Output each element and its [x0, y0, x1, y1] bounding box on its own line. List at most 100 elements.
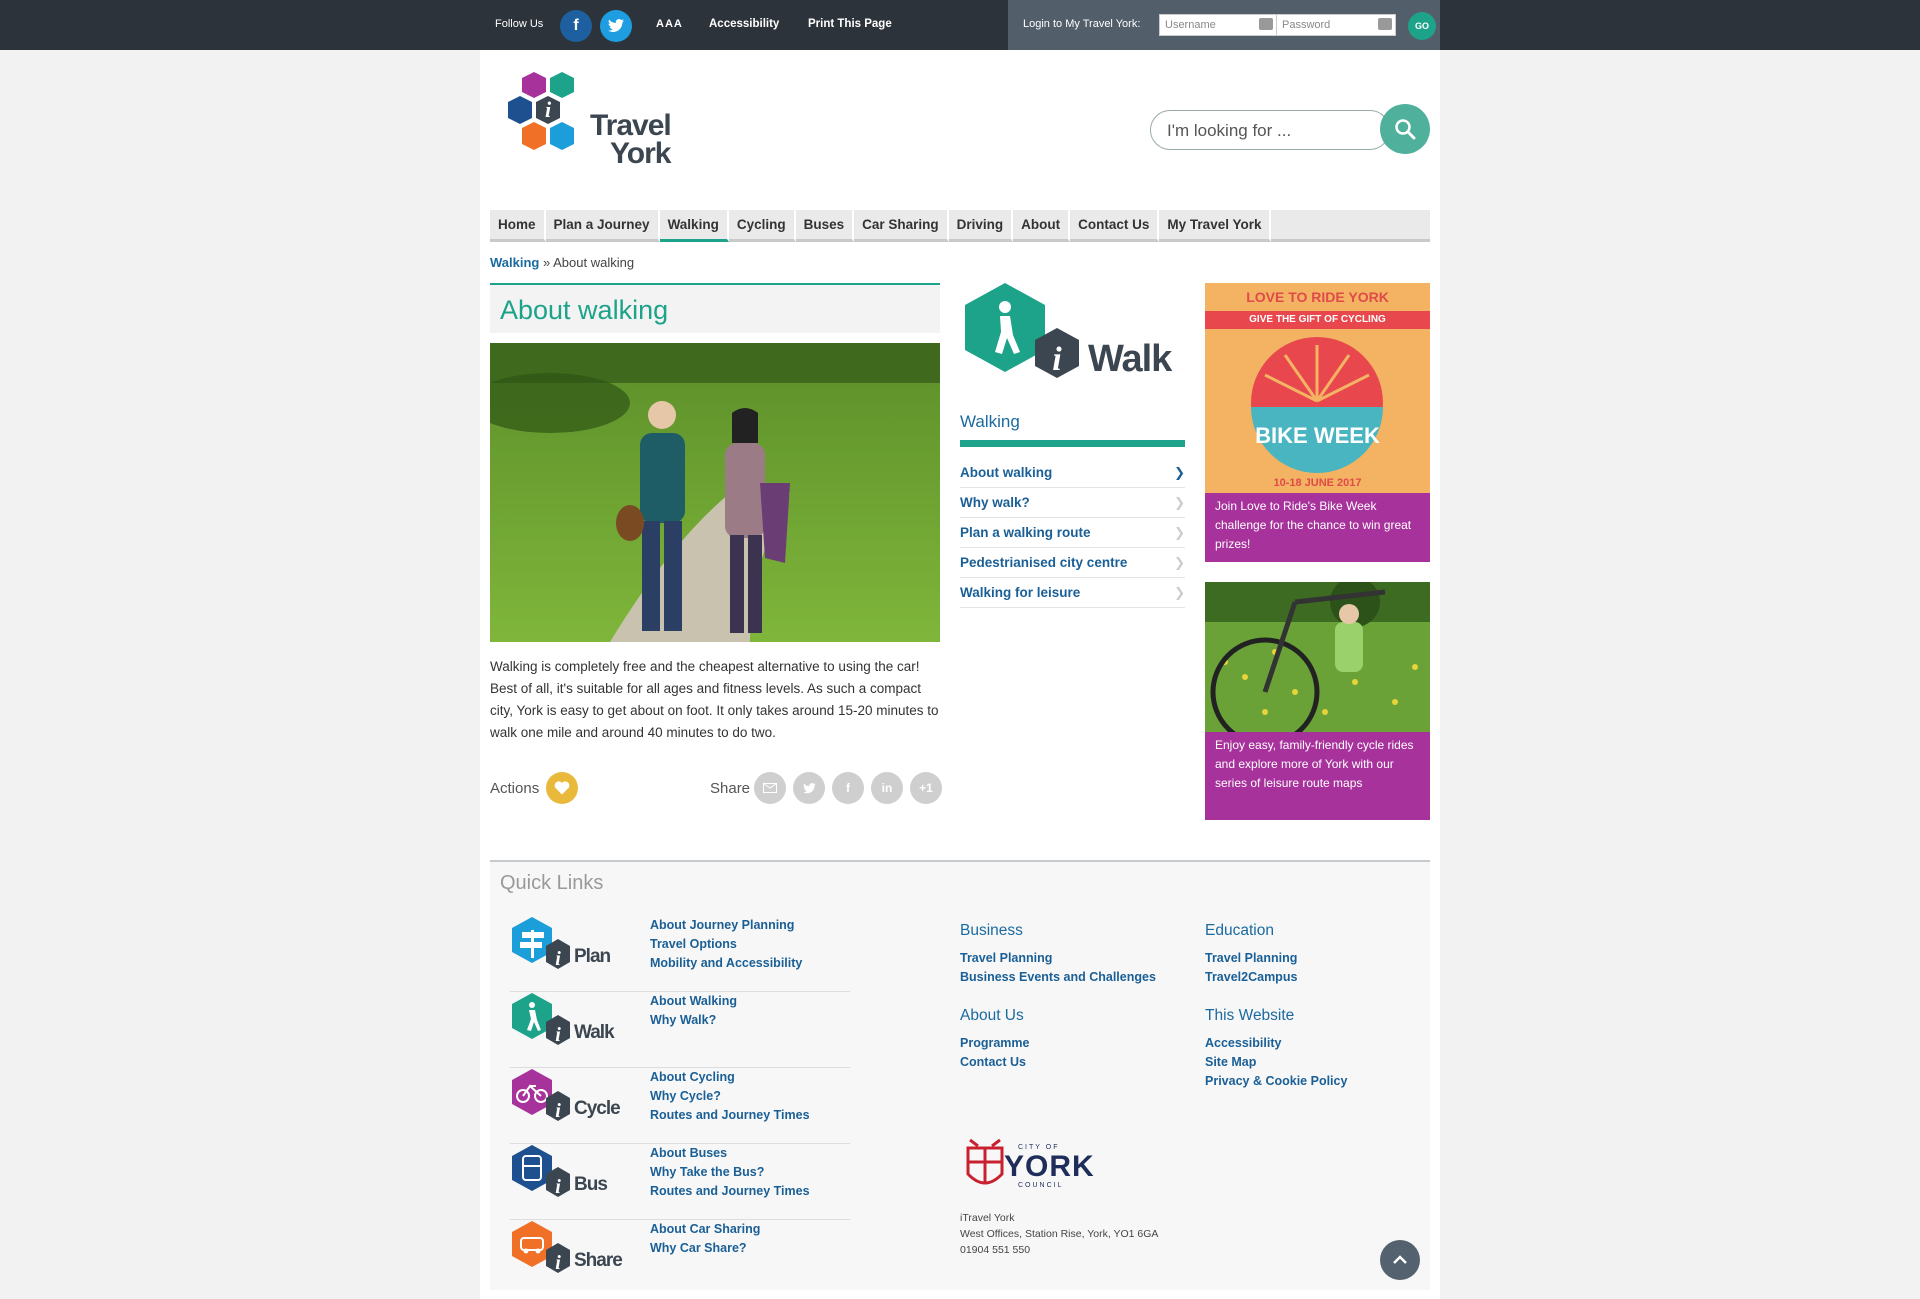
- ql-mobility-accessibility[interactable]: Mobility and Accessibility: [650, 954, 802, 973]
- ql-why-walk[interactable]: Why Walk?: [650, 1011, 737, 1030]
- footer-accessibility-link[interactable]: Accessibility: [1205, 1034, 1347, 1053]
- about-us-links: Programme Contact Us: [960, 1034, 1029, 1072]
- search-placeholder: I'm looking for ...: [1167, 121, 1292, 140]
- back-to-top-button[interactable]: [1380, 1240, 1420, 1280]
- facebook-icon[interactable]: f: [560, 10, 592, 42]
- iplan-label: Plan: [574, 946, 611, 967]
- logo-title: Travel York: [590, 111, 672, 169]
- text-size-control[interactable]: AAA: [656, 18, 683, 30]
- nav-car-sharing[interactable]: Car Sharing: [854, 210, 949, 242]
- iwalk-badge: i Walk: [960, 280, 1190, 385]
- bike-week-promo[interactable]: LOVE TO RIDE YORK GIVE THE GIFT OF CYCLI…: [1205, 283, 1430, 493]
- nav-about[interactable]: About: [1013, 210, 1071, 242]
- iplan-icon[interactable]: i Plan: [510, 916, 630, 976]
- nav-driving[interactable]: Driving: [948, 210, 1014, 242]
- top-bar: Follow Us f AAA Accessibility Print This…: [0, 0, 1920, 50]
- breadcrumb-walking-link[interactable]: Walking: [490, 255, 539, 270]
- bike-week-caption[interactable]: Join Love to Ride's Bike Week challenge …: [1205, 493, 1430, 562]
- search-button[interactable]: [1380, 104, 1430, 154]
- ql-travel-options[interactable]: Travel Options: [650, 935, 802, 954]
- nav-my-travel-york[interactable]: My Travel York: [1159, 210, 1272, 242]
- accessibility-link[interactable]: Accessibility: [709, 18, 779, 30]
- twitter-icon[interactable]: [600, 10, 632, 42]
- google-plus-share-icon[interactable]: +1: [910, 772, 942, 804]
- travel2campus-link[interactable]: Travel2Campus: [1205, 968, 1297, 987]
- keyboard-icon: [1259, 18, 1273, 30]
- submenu-why-walk[interactable]: Why walk? ❯: [960, 488, 1185, 518]
- search-input[interactable]: I'm looking for ...: [1150, 110, 1390, 150]
- promo-badge: BIKE WEEK: [1255, 423, 1380, 448]
- council-big-text: YORK: [1004, 1150, 1095, 1183]
- submenu-plan-walking-route[interactable]: Plan a walking route ❯: [960, 518, 1185, 548]
- nav-home[interactable]: Home: [490, 210, 546, 242]
- chevron-right-icon: ❯: [1174, 524, 1185, 540]
- quick-links-row-plan: i Plan About Journey Planning Travel Opt…: [510, 916, 850, 992]
- chevron-right-icon: ❯: [1174, 464, 1185, 480]
- phone-number: 01904 551 550: [960, 1244, 1031, 1256]
- linkedin-share-icon[interactable]: in: [871, 772, 903, 804]
- york-crest-icon: [966, 1138, 1004, 1185]
- section-submenu: About walking ❯ Why walk? ❯ Plan a walking…: [960, 458, 1185, 608]
- section-title: Walking: [960, 412, 1020, 431]
- footer-contact-us-link[interactable]: Contact Us: [960, 1053, 1029, 1072]
- svg-text:i: i: [545, 97, 552, 122]
- ql-about-car-sharing[interactable]: About Car Sharing: [650, 1220, 760, 1239]
- ql-bus-routes[interactable]: Routes and Journey Times: [650, 1182, 810, 1201]
- this-website-heading: This Website: [1205, 1007, 1295, 1024]
- ql-why-car-share[interactable]: Why Car Share?: [650, 1239, 760, 1258]
- print-page-link[interactable]: Print This Page: [808, 18, 892, 30]
- site-logo[interactable]: i Travel York: [500, 72, 680, 187]
- nav-buses[interactable]: Buses: [795, 210, 855, 242]
- chevron-right-icon: ❯: [1174, 494, 1185, 510]
- programme-link[interactable]: Programme: [960, 1034, 1029, 1053]
- city-of-york-council-logo[interactable]: CITY OF YORK COUNCIL: [960, 1136, 1100, 1196]
- svg-text:i: i: [555, 1252, 561, 1274]
- favourite-heart-icon[interactable]: [546, 772, 578, 804]
- ql-cycle-routes[interactable]: Routes and Journey Times: [650, 1106, 810, 1125]
- section-divider: [960, 440, 1185, 447]
- site-map-link[interactable]: Site Map: [1205, 1053, 1347, 1072]
- icycle-label: Cycle: [574, 1098, 621, 1119]
- email-share-icon[interactable]: [754, 772, 786, 804]
- nav-cycling[interactable]: Cycling: [728, 210, 796, 242]
- svg-text:i: i: [555, 1100, 561, 1122]
- privacy-cookie-link[interactable]: Privacy & Cookie Policy: [1205, 1072, 1347, 1091]
- address-line-1: iTravel York: [960, 1212, 1015, 1224]
- login-go-button[interactable]: GO: [1408, 12, 1436, 40]
- logo-hexagons-icon: i: [508, 72, 574, 150]
- login-label: Login to My Travel York:: [1023, 18, 1141, 30]
- facebook-share-icon[interactable]: f: [832, 772, 864, 804]
- cycle-leisure-caption[interactable]: Enjoy easy, family-friendly cycle rides …: [1205, 732, 1430, 820]
- business-links: Travel Planning Business Events and Chal…: [960, 949, 1156, 987]
- ql-about-journey-planning[interactable]: About Journey Planning: [650, 916, 802, 935]
- business-travel-planning-link[interactable]: Travel Planning: [960, 949, 1156, 968]
- nav-plan-a-journey[interactable]: Plan a Journey: [545, 210, 660, 242]
- quick-links-row-cycle: i Cycle About Cycling Why Cycle? Routes …: [510, 1068, 850, 1144]
- submenu-about-walking[interactable]: About walking ❯: [960, 458, 1185, 488]
- ishare-icon[interactable]: i Share: [510, 1220, 630, 1280]
- iwalk-icon[interactable]: i Walk: [510, 992, 630, 1052]
- main-nav: Home Plan a Journey Walking Cycling Buse…: [490, 210, 1430, 242]
- business-heading: Business: [960, 922, 1023, 939]
- icycle-icon[interactable]: i Cycle: [510, 1068, 630, 1128]
- business-events-link[interactable]: Business Events and Challenges: [960, 968, 1156, 987]
- ql-why-cycle[interactable]: Why Cycle?: [650, 1087, 810, 1106]
- search-icon: [1395, 119, 1416, 140]
- submenu-pedestrianised-city-centre[interactable]: Pedestrianised city centre ❯: [960, 548, 1185, 578]
- nav-contact-us[interactable]: Contact Us: [1070, 210, 1160, 242]
- ql-about-buses[interactable]: About Buses: [650, 1144, 810, 1163]
- education-travel-planning-link[interactable]: Travel Planning: [1205, 949, 1297, 968]
- password-field[interactable]: Password: [1276, 14, 1396, 36]
- actions-label: Actions: [490, 780, 540, 797]
- ql-why-bus[interactable]: Why Take the Bus?: [650, 1163, 810, 1182]
- nav-walking[interactable]: Walking: [659, 210, 729, 242]
- nav-filler: [1271, 210, 1430, 242]
- ibus-icon[interactable]: i Bus: [510, 1144, 630, 1204]
- submenu-walking-for-leisure[interactable]: Walking for leisure ❯: [960, 578, 1185, 608]
- ql-about-walking[interactable]: About Walking: [650, 992, 737, 1011]
- username-field[interactable]: Username: [1159, 14, 1277, 36]
- bike-week-sun-graphic: [1251, 337, 1383, 473]
- cycle-leisure-photo[interactable]: [1205, 582, 1430, 732]
- twitter-share-icon[interactable]: [793, 772, 825, 804]
- ql-about-cycling[interactable]: About Cycling: [650, 1068, 810, 1087]
